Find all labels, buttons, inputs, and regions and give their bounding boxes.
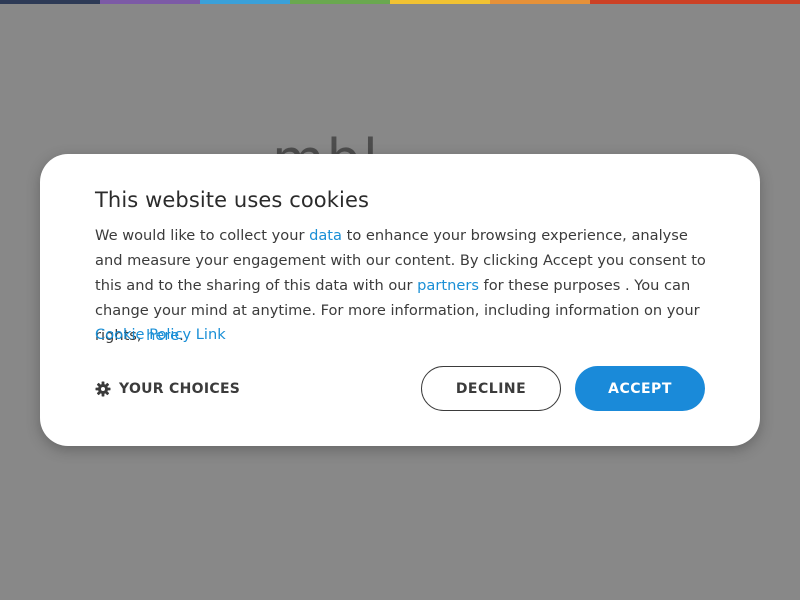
decline-button[interactable]: DECLINE — [421, 366, 561, 411]
stripe-segment — [590, 0, 800, 4]
stripe-segment — [390, 0, 490, 4]
data-link[interactable]: data — [309, 227, 342, 244]
stripe-segment — [290, 0, 390, 4]
body-text-segment: We would like to collect your — [95, 227, 310, 244]
cookie-policy-link[interactable]: Cookie Policy Link — [95, 322, 226, 347]
stripe-segment — [100, 0, 200, 4]
accept-button[interactable]: ACCEPT — [575, 366, 705, 411]
top-color-stripe — [0, 0, 800, 4]
partners-link[interactable]: partners — [417, 277, 479, 294]
stripe-segment — [490, 0, 590, 4]
stripe-segment — [200, 0, 290, 4]
cookie-consent-dialog: This website uses cookies We would like … — [40, 154, 760, 446]
gear-icon — [95, 381, 111, 397]
your-choices-label: YOUR CHOICES — [119, 381, 241, 397]
dialog-title: This website uses cookies — [95, 188, 370, 212]
your-choices-button[interactable]: YOUR CHOICES — [95, 378, 240, 400]
stripe-segment — [0, 0, 100, 4]
